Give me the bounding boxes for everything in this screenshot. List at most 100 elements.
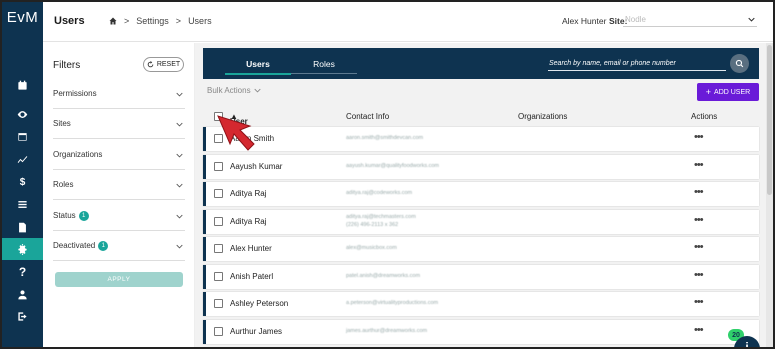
user-name-cell[interactable]: Aurthur James [230, 327, 282, 336]
filter-label: Permissions [53, 89, 97, 98]
scrollbar-thumb[interactable] [767, 45, 772, 195]
add-user-button[interactable]: + ADD USER [697, 83, 759, 101]
table-row[interactable]: Anish Paterl patel.anish@dreamworks.com … [203, 264, 759, 289]
search-icon [735, 59, 744, 68]
filter-label: Deactivated [53, 241, 96, 250]
search-button[interactable] [730, 54, 749, 73]
chevron-down-icon [176, 153, 183, 158]
bulk-actions-label: Bulk Actions [207, 86, 251, 95]
table-row[interactable]: Aurthur James james.aurthur@dreamworks.c… [203, 319, 759, 344]
table-row[interactable]: Aditya Raj aditya.raj@techmasters.com (22… [203, 209, 759, 234]
row-actions-menu[interactable]: ••• [694, 269, 704, 281]
filter-organizations[interactable]: Organizations [53, 140, 185, 170]
active-tab-indicator [225, 73, 291, 75]
users-content: Users Roles Search by name, email or pho… [195, 43, 773, 347]
contact-phone: (226) 496-2113 x 362 [346, 221, 399, 228]
chevron-down-icon [176, 244, 183, 249]
breadcrumb-separator: > [175, 16, 182, 26]
apply-button[interactable]: APPLY [55, 272, 183, 287]
contact-cell: alex@musicbox.com [346, 245, 397, 251]
column-actions: Actions [691, 112, 718, 121]
rail-help[interactable]: ? [2, 261, 43, 283]
app-window: EvM $ ? Users > Settings > Users Alex Hu… [0, 0, 775, 349]
gear-icon [18, 243, 27, 255]
dollar-icon: $ [19, 176, 26, 188]
tab-roles[interactable]: Roles [291, 48, 357, 79]
user-name-cell[interactable]: Anish Paterl [230, 272, 273, 281]
bulk-actions-dropdown[interactable]: Bulk Actions [207, 86, 261, 95]
contact-cell: aditya.raj@codeworks.com [346, 190, 413, 196]
filter-label: Roles [53, 180, 74, 189]
user-name-cell[interactable]: Aditya Raj [230, 189, 266, 198]
breadcrumb-settings[interactable]: Settings [136, 16, 169, 26]
chevron-down-icon [176, 122, 183, 127]
chevron-down-icon [176, 183, 183, 188]
chevron-down-icon [253, 88, 261, 93]
row-actions-menu[interactable]: ••• [694, 296, 704, 308]
breadcrumb-users: Users [188, 16, 212, 26]
row-actions-menu[interactable]: ••• [694, 241, 704, 253]
contact-cell: james.aurthur@dreamworks.com [346, 327, 428, 334]
table-row[interactable]: Alex Hunter alex@musicbox.com ••• [203, 237, 759, 261]
breadcrumb: > Settings > Users [109, 16, 212, 26]
calendar-icon [18, 80, 27, 90]
row-actions-menu[interactable]: ••• [694, 324, 704, 336]
rail-dollar[interactable]: $ [2, 171, 43, 193]
table-row[interactable]: Aditya Raj aditya.raj@codeworks.com ••• [203, 182, 759, 206]
filter-sites[interactable]: Sites [53, 109, 185, 139]
rail-document[interactable] [2, 216, 43, 238]
filter-label: Status [53, 211, 76, 220]
rail-list[interactable] [2, 193, 43, 215]
rail-calendar-top[interactable] [2, 74, 43, 96]
help-icon: ? [18, 265, 27, 279]
page-scrollbar[interactable] [766, 43, 773, 347]
table-header: User Name ▲ Contact Info Organizations A… [203, 107, 759, 135]
site-select[interactable]: Nodle [623, 12, 757, 27]
table-row[interactable]: Ashley Peterson a.peterson@virtualitypro… [203, 292, 759, 316]
document-icon [19, 222, 26, 232]
list-icon [18, 200, 27, 208]
user-name-cell[interactable]: Aditya Raj [230, 217, 266, 226]
nav-rail: EvM $ ? [2, 2, 43, 347]
home-icon[interactable] [109, 17, 117, 25]
filter-status[interactable]: Status 1 [53, 201, 185, 231]
row-actions-menu[interactable]: ••• [694, 159, 704, 171]
row-checkbox[interactable] [214, 161, 223, 171]
row-actions-menu[interactable]: ••• [694, 131, 704, 143]
row-actions-menu[interactable]: ••• [694, 214, 704, 226]
rail-settings[interactable] [2, 238, 43, 260]
rail-trend[interactable] [2, 148, 43, 170]
filter-permissions[interactable]: Permissions [53, 79, 185, 109]
row-checkbox[interactable] [214, 244, 223, 253]
row-checkbox[interactable] [214, 189, 223, 198]
rail-user[interactable] [2, 283, 43, 305]
tab-divider [291, 73, 357, 74]
current-user-name[interactable]: Alex Hunter [562, 16, 606, 26]
user-name-cell[interactable]: Alex Hunter [230, 244, 272, 253]
row-checkbox[interactable] [214, 216, 223, 226]
user-icon [18, 289, 27, 299]
user-name-cell[interactable]: Aayush Kumar [230, 162, 282, 171]
filter-label: Organizations [53, 150, 103, 159]
rail-eye[interactable] [2, 103, 43, 125]
table-row[interactable]: Aayush Kumar aayush.kumar@qualityfoodwor… [203, 154, 759, 179]
column-organizations: Organizations [518, 112, 568, 121]
filter-roles[interactable]: Roles [53, 170, 185, 200]
rail-calendar[interactable] [2, 125, 43, 147]
filter-count-badge: 1 [78, 210, 89, 221]
filter-deactivated[interactable]: Deactivated 1 [53, 231, 185, 261]
reset-button[interactable]: RESET [143, 57, 184, 72]
user-name-cell[interactable]: Ashley Peterson [230, 299, 288, 308]
add-user-label: ADD USER [714, 88, 751, 96]
contact-cell: aditya.raj@techmasters.com (226) 496-2113… [346, 213, 416, 229]
table-row[interactable]: Aaron Smith aaron.smith@smithdevcan.com … [203, 127, 759, 151]
row-checkbox[interactable] [214, 299, 223, 308]
search-input[interactable]: Search by name, email or phone number [548, 57, 726, 71]
row-checkbox[interactable] [214, 271, 223, 281]
row-checkbox[interactable] [214, 326, 223, 336]
row-actions-menu[interactable]: ••• [694, 186, 704, 198]
contact-cell: aaron.smith@smithdevcan.com [346, 135, 424, 141]
rail-logout[interactable] [2, 305, 43, 327]
filters-panel: Filters RESET Permissions Sites Organiza… [43, 43, 195, 347]
contact-cell: a.peterson@virtualityproductions.com [346, 300, 439, 306]
